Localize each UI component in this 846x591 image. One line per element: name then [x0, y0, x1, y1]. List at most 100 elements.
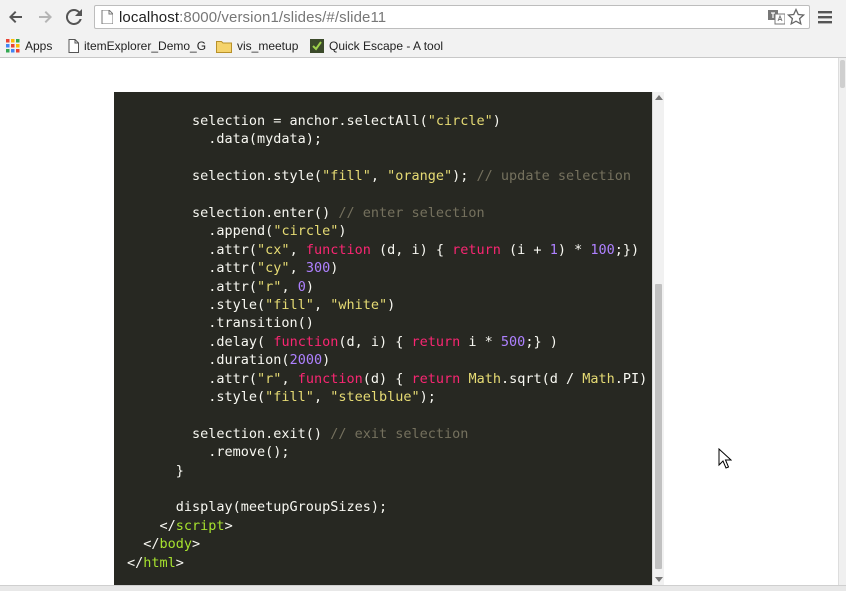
code-token: function — [305, 241, 371, 258]
code-token: , — [281, 278, 298, 295]
bookmark-label: vis_meetup — [237, 39, 299, 53]
code-line: .attr("cy", 300) — [127, 259, 338, 277]
code-token: 0 — [297, 278, 306, 295]
code-token: body — [159, 536, 193, 553]
code-token: Math — [582, 370, 615, 387]
chrome-menu-button[interactable] — [816, 8, 834, 26]
forward-button[interactable] — [35, 7, 55, 27]
address-bar[interactable]: localhost:8000/version1/slides/#/slide11 — [94, 5, 810, 29]
code-token: 500 — [500, 333, 526, 350]
page-icon — [101, 10, 113, 24]
hamburger-menu-icon — [818, 11, 832, 24]
code-token: , — [313, 297, 331, 313]
code-token: .duration( — [127, 352, 290, 369]
code-line: .transition() — [127, 314, 314, 332]
code-token: ) — [322, 352, 331, 369]
code-token: html — [143, 554, 176, 571]
bookmarks-bar: Apps itemExplorer_Demo_G vis_meetup Quic… — [0, 34, 846, 58]
code-line: display(meetupGroupSizes); — [127, 498, 387, 516]
code-token: return — [411, 370, 461, 387]
code-scrollbar[interactable] — [652, 92, 664, 585]
code-token: > — [192, 536, 201, 553]
code-token: .attr( — [127, 260, 258, 277]
code-line: </html> — [127, 554, 184, 572]
bookmark-apps[interactable]: Apps — [6, 38, 52, 54]
code-line: .style("fill", "steelblue"); — [127, 388, 436, 406]
code-token: // enter selection — [338, 205, 485, 221]
bookmark-quick-escape[interactable]: Quick Escape - A tool — [310, 38, 443, 54]
code-token: // update selection — [476, 168, 631, 185]
page-icon — [68, 39, 79, 53]
code-token: .attr( — [127, 370, 258, 387]
bookmark-itemexplorer[interactable]: itemExplorer_Demo_G — [68, 38, 206, 54]
code-line: .append("circle") — [127, 222, 346, 240]
code-line: selection = anchor.selectAll("circle") — [127, 112, 501, 130]
mouse-cursor-icon — [718, 448, 732, 469]
code-token: } — [127, 462, 184, 479]
code-token: "cx" — [257, 241, 290, 258]
code-token: .attr( — [127, 241, 258, 258]
code-token: return — [452, 241, 501, 258]
code-token: , — [289, 241, 306, 258]
url-text: localhost:8000/version1/slides/#/slide11 — [119, 9, 387, 26]
code-line: selection.style("fill", "orange"); // up… — [127, 167, 631, 185]
code-token: , — [281, 370, 298, 387]
code-token: "white" — [330, 297, 388, 313]
code-token: "circle" — [427, 113, 493, 129]
code-token: function — [273, 333, 339, 350]
bookmark-label: Quick Escape - A tool — [329, 39, 444, 53]
code-scrollbar-thumb[interactable] — [655, 284, 662, 569]
code-token: .data(mydata); — [127, 131, 323, 148]
code-token: 1 — [549, 241, 558, 258]
code-block: selection = anchor.selectAll("circle") .… — [114, 92, 664, 585]
code-token: ;}) — [614, 241, 640, 258]
code-token: ;} ) — [525, 333, 558, 350]
code-token: .delay( — [127, 333, 274, 350]
code-token: "fill" — [265, 389, 314, 405]
code-token: 100 — [590, 241, 615, 258]
code-line: .duration(2000) — [127, 351, 330, 369]
code-token: selection = anchor.selectAll( — [127, 113, 428, 129]
bookmark-label: Apps — [25, 39, 53, 53]
page-scrollbar-thumb[interactable] — [840, 60, 845, 88]
code-token: function — [297, 370, 363, 387]
code-token: (i + — [500, 241, 550, 258]
code-line: .remove(); — [127, 443, 289, 461]
code-token: i * — [460, 333, 501, 350]
code-token: ) — [492, 113, 501, 129]
code-token: (d, i) { — [370, 241, 453, 258]
code-token: "r" — [257, 278, 282, 295]
code-token: "circle" — [273, 223, 339, 240]
scroll-up-icon[interactable] — [655, 95, 663, 100]
code-token: .transition() — [127, 315, 314, 332]
page-scrollbar[interactable] — [838, 58, 846, 591]
code-token: ) — [338, 223, 347, 240]
code-line: .delay( function(d, i) { return i * 500;… — [127, 333, 558, 351]
bookmark-star-icon[interactable] — [787, 8, 805, 26]
taskbar-edge — [0, 585, 846, 591]
code-token: ) — [387, 297, 396, 313]
code-token: ) — [330, 260, 339, 277]
code-token: .attr( — [127, 278, 258, 295]
code-token: "r" — [257, 370, 282, 387]
code-token: .style( — [127, 389, 266, 405]
translate-icon[interactable] — [768, 9, 785, 25]
code-token: , — [313, 389, 331, 405]
apps-grid-icon — [6, 39, 20, 53]
code-token: "fill" — [322, 168, 371, 185]
code-token: > — [224, 517, 233, 534]
code-token: (d, i) { — [338, 333, 412, 350]
scroll-down-icon[interactable] — [655, 577, 663, 582]
code-line: selection.enter() // enter selection — [127, 204, 485, 222]
bookmark-vis-meetup[interactable]: vis_meetup — [216, 38, 298, 54]
code-token: ); — [452, 168, 477, 185]
reload-button[interactable] — [64, 7, 84, 27]
code-token: </ — [127, 517, 176, 534]
code-token: return — [411, 333, 461, 350]
code-token: , — [289, 260, 306, 277]
back-button[interactable] — [6, 7, 26, 27]
code-token: 300 — [305, 260, 331, 277]
code-token: "cy" — [257, 260, 290, 277]
code-token: selection.exit() — [127, 425, 331, 442]
code-token: display(meetupGroupSizes); — [127, 499, 388, 516]
